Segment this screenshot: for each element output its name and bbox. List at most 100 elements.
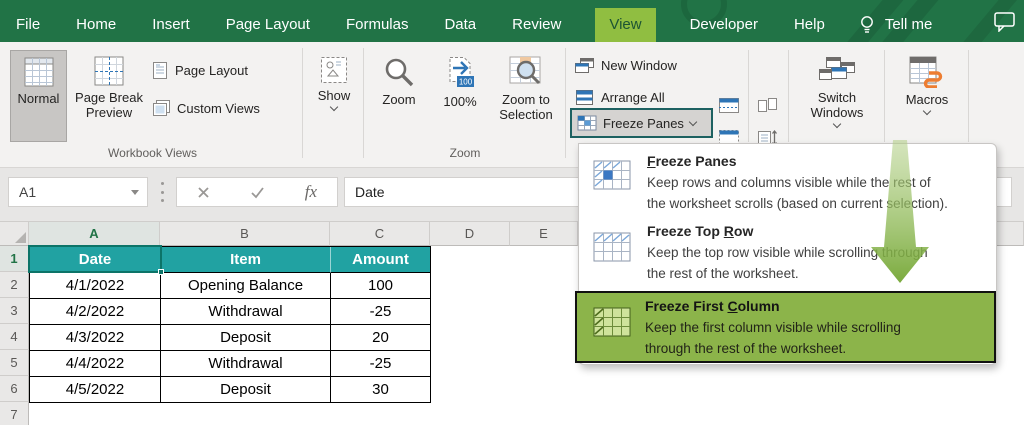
chevron-down-icon — [922, 106, 932, 116]
cell-a1[interactable]: Date — [30, 247, 161, 273]
page-break-preview-button[interactable]: Page Break Preview — [69, 50, 149, 142]
cell-a2[interactable]: 4/1/2022 — [30, 273, 161, 299]
lightbulb-icon — [860, 16, 873, 33]
name-box-value: A1 — [19, 184, 37, 200]
arrange-all-icon — [576, 89, 593, 105]
tab-home[interactable]: Home — [74, 8, 118, 42]
arrange-all-button[interactable]: Arrange All — [574, 86, 665, 108]
chevron-down-icon — [832, 119, 842, 129]
zoom-icon — [385, 58, 414, 87]
cell-b2[interactable]: Opening Balance — [161, 273, 331, 299]
tell-me-label: Tell me — [884, 16, 933, 33]
freeze-panes-description: Keep rows and columns visible while the … — [647, 175, 948, 211]
new-window-label: New Window — [601, 57, 677, 73]
show-label: Show — [317, 88, 351, 103]
freeze-panes-title: Freeze Panes — [647, 153, 737, 169]
cell-a6[interactable]: 4/5/2022 — [30, 377, 161, 403]
cell-b6[interactable]: Deposit — [161, 377, 331, 403]
normal-view-button[interactable]: Normal — [10, 50, 67, 142]
view-side-by-side-icon[interactable] — [756, 97, 778, 115]
freeze-top-row-title: Freeze Top Row — [647, 223, 754, 239]
new-window-icon — [575, 57, 594, 73]
cell-c2[interactable]: 100 — [331, 273, 431, 299]
cell-b3[interactable]: Withdrawal — [161, 299, 331, 325]
show-button[interactable]: Show — [308, 50, 360, 142]
comments-icon[interactable] — [994, 12, 1016, 32]
column-header-b[interactable]: B — [160, 222, 330, 246]
menu-item-freeze-first-column[interactable]: Freeze First Column Keep the first colum… — [575, 291, 996, 363]
zoom-to-selection-label: Zoom to Selection — [499, 92, 553, 122]
page-layout-view-label: Page Layout — [175, 62, 249, 78]
page-layout-view-button[interactable]: Page Layout — [152, 58, 248, 82]
name-box-dropdown-icon[interactable] — [131, 190, 139, 195]
column-header-d[interactable]: D — [430, 222, 510, 246]
freeze-panes-button-label: Freeze Panes — [603, 115, 684, 131]
row-header-7[interactable]: 7 — [0, 402, 29, 425]
cell-a5[interactable]: 4/4/2022 — [30, 351, 161, 377]
tab-view-active[interactable]: View — [595, 8, 656, 42]
insert-function-icon[interactable]: fx — [305, 182, 317, 202]
ribbon-tab-bar: File Home Insert Page Layout Formulas Da… — [0, 0, 1024, 42]
cell-c1[interactable]: Amount — [331, 247, 431, 273]
tab-help[interactable]: Help — [792, 8, 827, 42]
tab-developer[interactable]: Developer — [688, 8, 760, 42]
menu-item-freeze-top-row[interactable]: Freeze Top Row Keep the top row visible … — [579, 220, 996, 290]
workbook-views-group-label: Workbook Views — [108, 146, 197, 160]
cell-a4[interactable]: 4/3/2022 — [30, 325, 161, 351]
custom-views-button[interactable]: Custom Views — [152, 96, 260, 120]
arrange-all-label: Arrange All — [601, 89, 665, 105]
column-header-e[interactable]: E — [510, 222, 578, 246]
column-header-divider — [1010, 222, 1024, 246]
chevron-down-icon — [329, 102, 339, 112]
tab-data[interactable]: Data — [442, 8, 478, 42]
tab-review[interactable]: Review — [510, 8, 563, 42]
freeze-panes-icon — [593, 160, 631, 190]
new-window-button[interactable]: New Window — [574, 54, 677, 76]
split-icon[interactable] — [718, 97, 740, 114]
zoom-100-label: 100% — [443, 94, 477, 109]
freeze-panes-button[interactable]: Freeze Panes — [570, 108, 713, 138]
normal-view-icon — [24, 57, 53, 87]
column-header-a[interactable]: A — [29, 222, 160, 246]
zoom-to-selection-button[interactable]: Zoom to Selection — [492, 50, 560, 142]
row-header-3[interactable]: 3 — [0, 298, 29, 324]
freeze-top-row-description: Keep the top row visible while scrolling… — [647, 245, 928, 281]
freeze-panes-dropdown: Freeze Panes Keep rows and columns visib… — [575, 143, 997, 365]
custom-views-icon — [153, 99, 170, 116]
tab-formulas[interactable]: Formulas — [344, 8, 411, 42]
cell-c6[interactable]: 30 — [331, 377, 431, 403]
cell-b4[interactable]: Deposit — [161, 325, 331, 351]
cancel-icon[interactable] — [197, 186, 210, 199]
cell-c4[interactable]: 20 — [331, 325, 431, 351]
row-header-6[interactable]: 6 — [0, 376, 29, 402]
cell-a3[interactable]: 4/2/2022 — [30, 299, 161, 325]
normal-view-label: Normal — [17, 91, 60, 106]
select-all-corner[interactable] — [0, 222, 29, 246]
data-table: Date Item Amount 4/1/2022 Opening Balanc… — [29, 246, 431, 403]
row-header-2[interactable]: 2 — [0, 272, 29, 298]
cell-b1[interactable]: Item — [161, 247, 331, 273]
zoom-100-button[interactable]: 100 100% — [430, 50, 490, 142]
tell-me-control[interactable]: Tell me — [859, 8, 935, 42]
page-break-preview-icon — [94, 56, 124, 86]
tab-page-layout[interactable]: Page Layout — [224, 8, 312, 42]
cell-b5[interactable]: Withdrawal — [161, 351, 331, 377]
cell-c3[interactable]: -25 — [331, 299, 431, 325]
tab-file[interactable]: File — [14, 8, 42, 42]
cell-c5[interactable]: -25 — [331, 351, 431, 377]
enter-icon[interactable] — [250, 186, 265, 199]
switch-windows-button[interactable]: Switch Windows — [798, 50, 876, 146]
freeze-top-row-icon — [593, 232, 631, 262]
formula-bar-resize-handle[interactable] — [161, 182, 164, 202]
row-header-5[interactable]: 5 — [0, 350, 29, 376]
zoom-button[interactable]: Zoom — [370, 50, 428, 142]
menu-item-freeze-panes[interactable]: Freeze Panes Keep rows and columns visib… — [579, 148, 996, 222]
excel-window: File Home Insert Page Layout Formulas Da… — [0, 0, 1024, 425]
macros-button[interactable]: Macros — [896, 50, 958, 146]
name-box[interactable]: A1 — [8, 177, 148, 207]
tab-insert[interactable]: Insert — [150, 8, 192, 42]
page-layout-icon — [153, 61, 167, 79]
column-header-c[interactable]: C — [330, 222, 430, 246]
row-header-4[interactable]: 4 — [0, 324, 29, 350]
row-header-1[interactable]: 1 — [0, 246, 29, 272]
